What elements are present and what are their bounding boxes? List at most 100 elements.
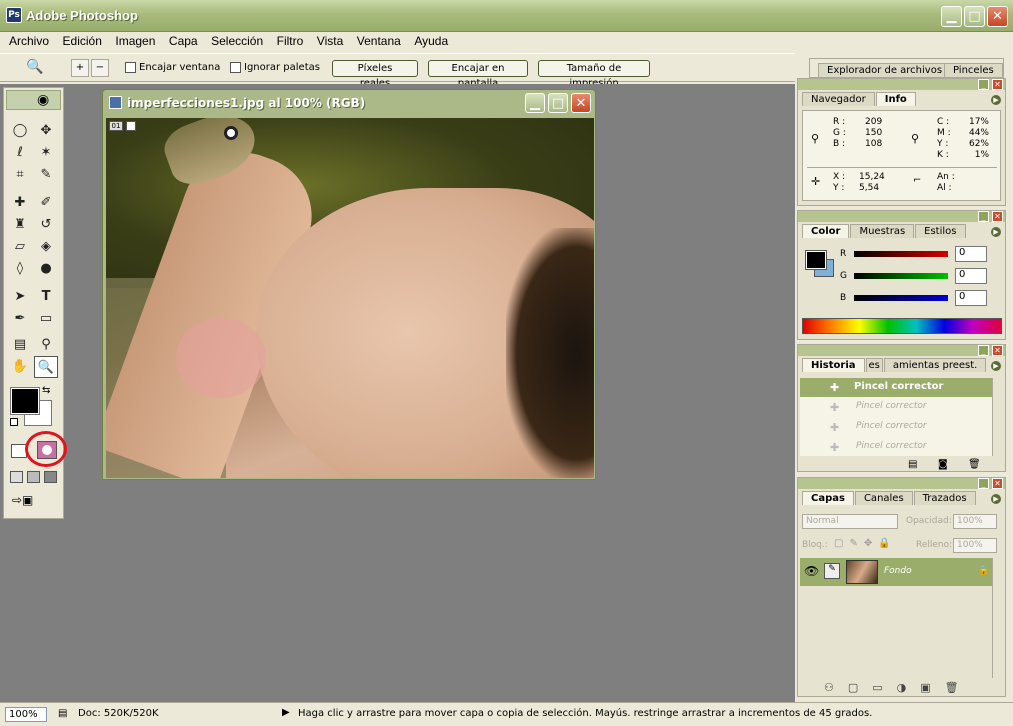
zoom-tool-icon[interactable]: 🔍: [34, 356, 58, 378]
layer-thumbnail[interactable]: [846, 560, 878, 584]
move-tool-icon[interactable]: ✥: [34, 120, 58, 142]
print-size-button[interactable]: Tamaño de impresión: [538, 60, 650, 89]
layers-panel-header[interactable]: [798, 478, 1005, 489]
magic-wand-tool-icon[interactable]: ✶: [34, 142, 58, 164]
layer-actions[interactable]: ⚇▢▭◑▣🗑: [824, 681, 973, 694]
blend-mode-select[interactable]: Normal: [802, 514, 898, 529]
menu-archivo[interactable]: Archivo: [4, 32, 54, 50]
blur-tool-icon[interactable]: ◊: [8, 258, 32, 280]
fit-window-checkbox[interactable]: Encajar ventana: [125, 62, 220, 73]
document-canvas-image[interactable]: 01: [106, 118, 594, 478]
tab-estilos[interactable]: Estilos: [915, 224, 966, 238]
trash-icon[interactable]: 🗑: [968, 459, 981, 470]
swap-colors-icon[interactable]: ⇆: [42, 385, 50, 396]
color-fg-swatch[interactable]: [805, 250, 827, 270]
panel-menu-arrow-icon[interactable]: ▶: [991, 361, 1001, 371]
menu-ayuda[interactable]: Ayuda: [409, 32, 453, 50]
tab-info[interactable]: Info: [875, 92, 916, 106]
r-slider[interactable]: [854, 251, 948, 257]
menu-imagen[interactable]: Imagen: [110, 32, 160, 50]
status-arrow-icon[interactable]: ▶: [282, 707, 290, 718]
tab-color[interactable]: Color: [802, 224, 850, 238]
path-selection-tool-icon[interactable]: ➤: [8, 286, 32, 308]
history-item[interactable]: Pincel corrector: [800, 438, 992, 457]
type-tool-icon[interactable]: T: [34, 286, 58, 308]
notes-tool-icon[interactable]: ▤: [8, 334, 32, 356]
marquee-tool-icon[interactable]: ◯: [8, 120, 32, 142]
rectangle-tool-icon[interactable]: ▭: [34, 308, 58, 330]
healing-brush-tool-icon[interactable]: ✚: [8, 192, 32, 214]
checkbox-box[interactable]: [230, 62, 241, 73]
history-brush-tool-icon[interactable]: ↺: [34, 214, 58, 236]
tab-trazados[interactable]: Trazados: [913, 491, 976, 505]
ignore-palettes-checkbox[interactable]: Ignorar paletas: [230, 62, 320, 73]
panel-minimize-button[interactable]: _: [978, 79, 989, 90]
menu-ventana[interactable]: Ventana: [352, 32, 406, 50]
tab-navegador[interactable]: Navegador: [802, 92, 875, 106]
panel-close-button[interactable]: ✕: [992, 345, 1003, 356]
history-item[interactable]: Pincel corrector: [800, 398, 992, 417]
panel-close-button[interactable]: ✕: [992, 79, 1003, 90]
history-scrollbar[interactable]: [992, 378, 1003, 456]
zoom-tool-preset-icon[interactable]: 🔍: [26, 59, 43, 75]
panel-close-button[interactable]: ✕: [992, 211, 1003, 222]
crop-tool-icon[interactable]: ⌗: [8, 164, 32, 186]
doc-info-icon[interactable]: ▤: [58, 708, 67, 719]
menu-filtro[interactable]: Filtro: [272, 32, 309, 50]
b-value-input[interactable]: 0: [955, 290, 987, 306]
history-item[interactable]: Pincel corrector: [800, 378, 992, 397]
minimize-button[interactable]: ▁: [941, 6, 962, 27]
checkbox-box[interactable]: [125, 62, 136, 73]
foreground-color-swatch[interactable]: [10, 387, 40, 415]
doc-close-button[interactable]: ✕: [571, 93, 591, 113]
tab-herramientas-preest[interactable]: amientas preest.: [883, 358, 987, 372]
tab-acciones[interactable]: es: [865, 358, 883, 372]
lasso-tool-icon[interactable]: ℓ: [8, 142, 32, 164]
brush-link-icon[interactable]: ✎: [824, 563, 840, 579]
menu-edicion[interactable]: Edición: [58, 32, 107, 50]
history-item[interactable]: Pincel corrector: [800, 418, 992, 437]
actual-pixels-button[interactable]: Píxeles reales: [332, 60, 418, 89]
full-screen-mode-icon[interactable]: [44, 471, 57, 483]
opacity-input[interactable]: 100%: [953, 514, 997, 529]
panel-menu-arrow-icon[interactable]: ▶: [991, 227, 1001, 237]
g-slider[interactable]: [854, 273, 948, 279]
brush-tool-icon[interactable]: ✐: [34, 192, 58, 214]
document-window[interactable]: imperfecciones1.jpg al 100% (RGB) ▁ □ ✕ …: [102, 89, 596, 480]
zoom-out-icon[interactable]: −: [91, 59, 109, 77]
info-panel-header[interactable]: [798, 79, 1005, 90]
jump-to-imageready-icon[interactable]: ⇨▣: [12, 493, 56, 511]
color-ramp[interactable]: [802, 318, 1002, 334]
pen-tool-icon[interactable]: ✒: [8, 308, 32, 330]
eye-icon[interactable]: 👁: [804, 564, 819, 578]
fit-screen-button[interactable]: Encajar en pantalla: [428, 60, 528, 89]
color-panel-header[interactable]: [798, 211, 1005, 222]
tab-brushes[interactable]: Pinceles: [944, 63, 1003, 77]
paint-bucket-tool-icon[interactable]: ◈: [34, 236, 58, 258]
tab-muestras[interactable]: Muestras: [850, 224, 915, 238]
close-button[interactable]: ✕: [987, 6, 1008, 27]
menu-capa[interactable]: Capa: [164, 32, 203, 50]
eraser-tool-icon[interactable]: ▱: [8, 236, 32, 258]
b-slider[interactable]: [854, 295, 948, 301]
full-screen-menu-mode-icon[interactable]: [27, 471, 40, 483]
hand-tool-icon[interactable]: ✋: [8, 356, 32, 378]
history-panel-header[interactable]: [798, 345, 1005, 356]
panel-close-button[interactable]: ✕: [992, 478, 1003, 489]
tab-canales[interactable]: Canales: [854, 491, 913, 505]
panel-minimize-button[interactable]: _: [978, 345, 989, 356]
g-value-input[interactable]: 0: [955, 268, 987, 284]
tab-capas[interactable]: Capas: [802, 491, 854, 505]
layer-row-fondo[interactable]: 👁 ✎ Fondo 🔒: [800, 558, 992, 586]
menu-seleccion[interactable]: Selección: [206, 32, 268, 50]
dodge-tool-icon[interactable]: ●: [34, 258, 58, 280]
tab-file-browser[interactable]: Explorador de archivos: [818, 63, 952, 77]
fill-input[interactable]: 100%: [953, 538, 997, 553]
doc-minimize-button[interactable]: ▁: [525, 93, 545, 113]
panel-minimize-button[interactable]: _: [978, 478, 989, 489]
maximize-button[interactable]: □: [964, 6, 985, 27]
new-document-from-state-icon[interactable]: ▤: [908, 459, 917, 470]
doc-maximize-button[interactable]: □: [548, 93, 568, 113]
panel-minimize-button[interactable]: _: [978, 211, 989, 222]
eyedropper-tool-icon[interactable]: ⚲: [34, 334, 58, 356]
